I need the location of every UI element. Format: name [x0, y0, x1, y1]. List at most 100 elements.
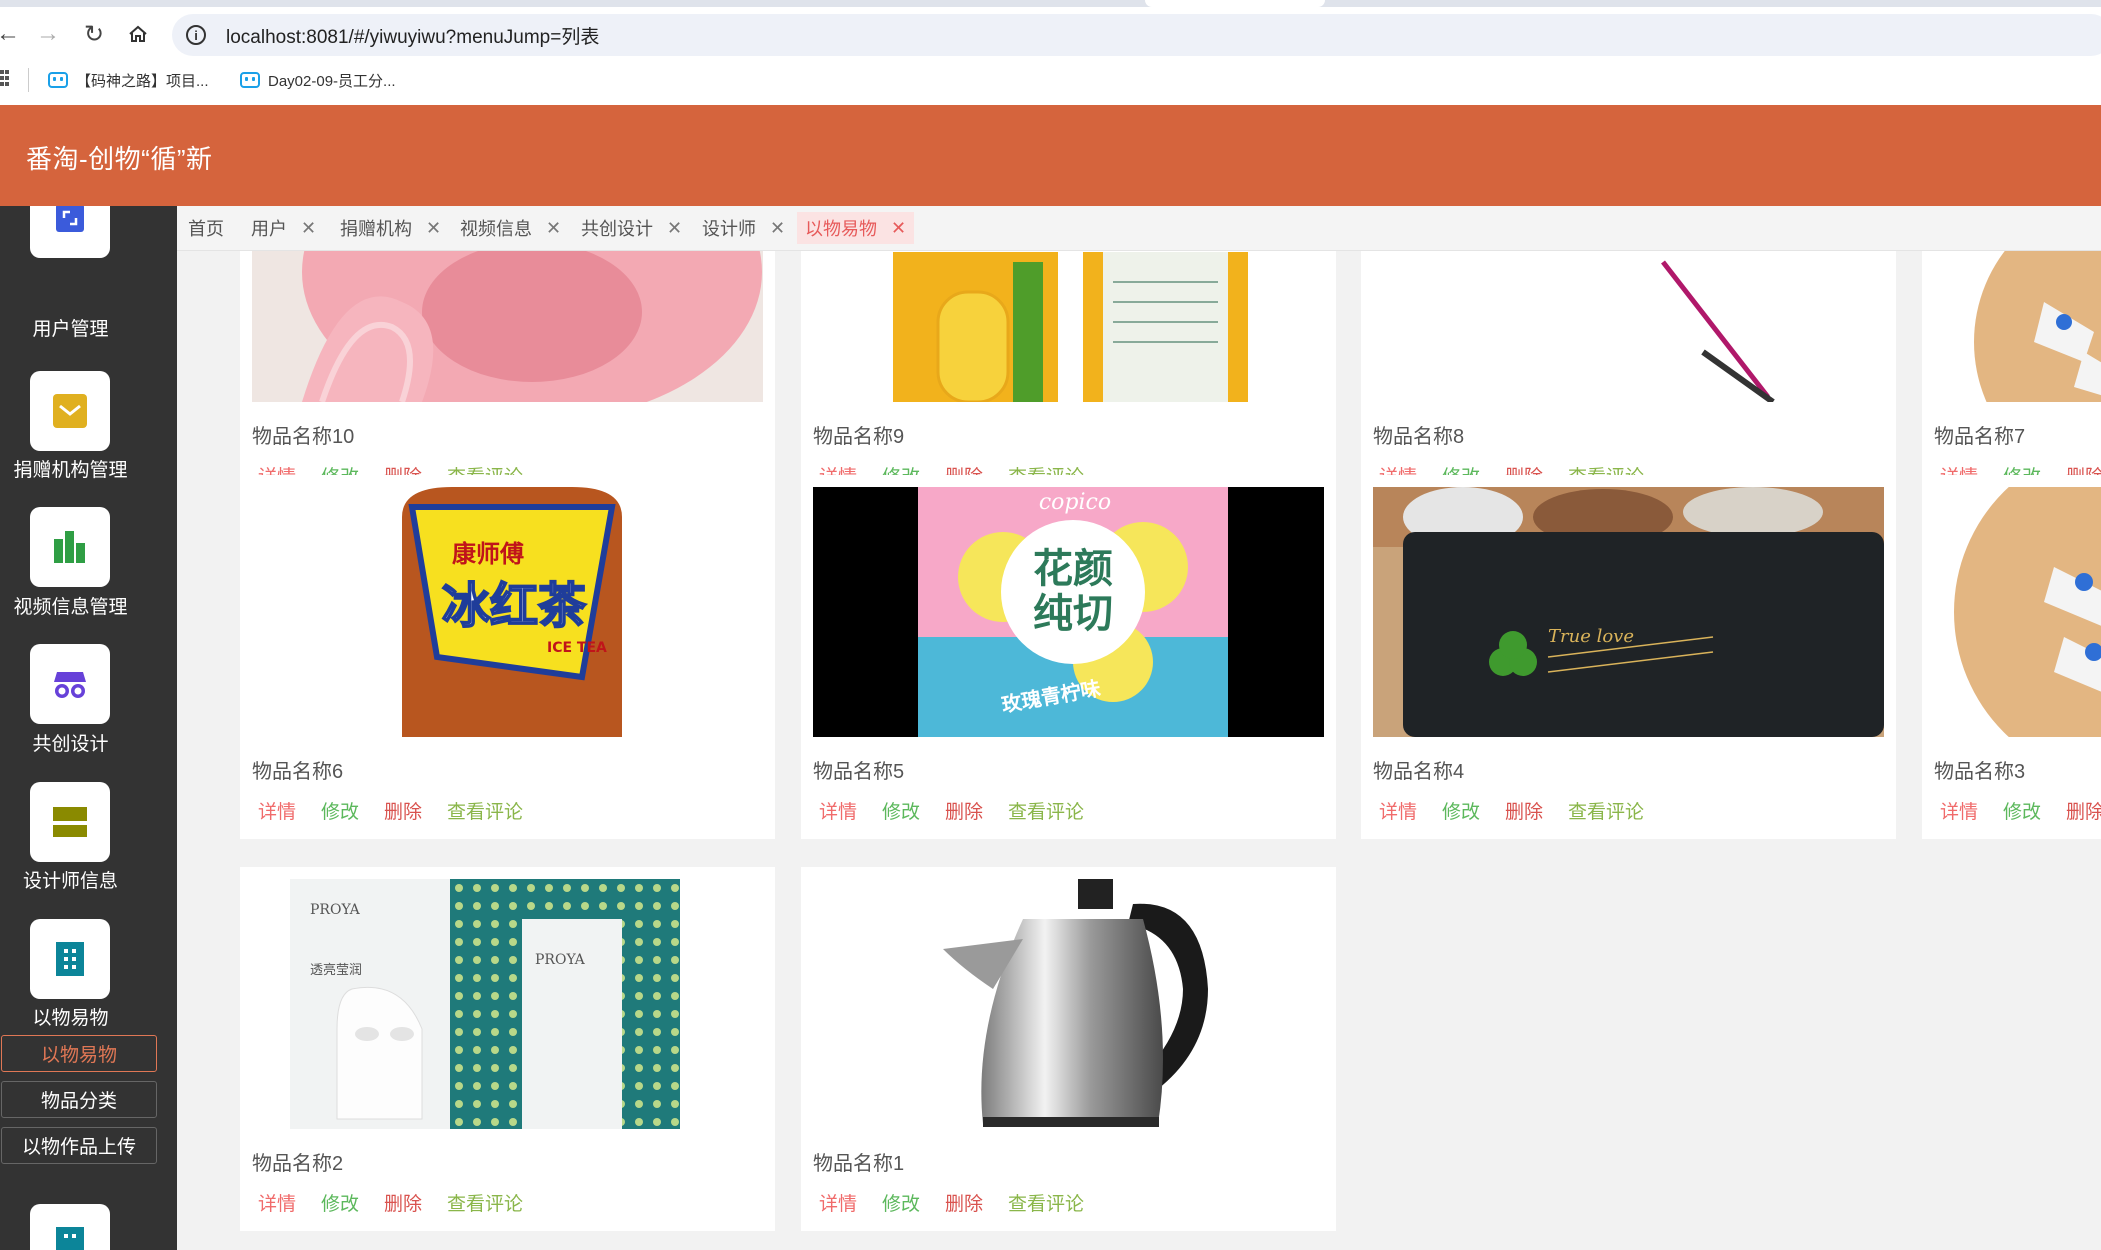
edit-link[interactable]: 修改: [882, 1189, 920, 1216]
user-manage-icon: [30, 206, 110, 258]
item-actions: 详情 修改 删除 查看评论: [258, 797, 548, 824]
close-icon[interactable]: ✕: [546, 218, 561, 239]
url-text[interactable]: localhost:8081/#/yiwuyiwu?menuJump=列表: [226, 22, 599, 49]
tag-label: 以物易物: [805, 219, 877, 239]
tag-designer[interactable]: 设计师 ✕: [694, 212, 793, 244]
item-image[interactable]: [1934, 487, 2101, 737]
detail-link[interactable]: 详情: [819, 797, 857, 824]
panel-icon: [30, 782, 110, 862]
edit-link[interactable]: 修改: [882, 797, 920, 824]
item-actions: 详情 修改 删除 查看评论: [1379, 797, 1669, 824]
sidebar-subitem-category[interactable]: 物品分类: [1, 1081, 157, 1118]
browser-nav-row: ← → ↻ i localhost:8081/#/yiwuyiwu?menuJu…: [0, 12, 2101, 56]
app-header: 番淘-创物“循”新: [0, 105, 2101, 206]
close-icon[interactable]: ✕: [667, 218, 682, 239]
item-grid: 物品名称10 详情 修改 删除 查看评论 物品名称9: [177, 251, 2101, 1250]
item-name: 物品名称2: [252, 1153, 344, 1175]
address-bar[interactable]: i localhost:8081/#/yiwuyiwu?menuJump=列表: [172, 14, 2101, 56]
sidebar-item-label: 共创设计: [32, 734, 109, 755]
tag-co-design[interactable]: 共创设计 ✕: [573, 212, 690, 244]
bookmark-item[interactable]: 【码神之路】项目...: [48, 66, 209, 94]
sidebar-item-video-info[interactable]: 视频信息管理: [0, 480, 177, 618]
sidebar-item-label: 设计师信息: [22, 871, 118, 892]
detail-link[interactable]: 详情: [258, 797, 296, 824]
svg-text:ICE TEA: ICE TEA: [547, 640, 607, 656]
tag-barter[interactable]: 以物易物 ✕: [797, 212, 915, 244]
item-image[interactable]: PROYA 透亮莹润 PROYA: [252, 879, 763, 1129]
sidebar-item-designer-info[interactable]: 设计师信息: [0, 754, 177, 892]
item-image[interactable]: 康师傅 冰红茶 ICE TEA: [252, 487, 763, 737]
item-card: PROYA 透亮莹润 PROYA 物品名称2 详情 修改 删除 查看评论: [240, 867, 775, 1231]
delete-link[interactable]: 删除: [945, 797, 983, 824]
sidebar-item-label: 以物易物: [32, 1008, 109, 1029]
close-icon[interactable]: ✕: [426, 218, 441, 239]
edit-link[interactable]: 修改: [321, 1189, 359, 1216]
item-card: True love 物品名称4 详情 修改 删除 查看评论: [1361, 475, 1896, 839]
edit-link[interactable]: 修改: [2003, 797, 2041, 824]
reload-icon[interactable]: ↻: [78, 18, 110, 50]
delete-link[interactable]: 删除: [945, 1189, 983, 1216]
item-actions: 详情 修改 删除 查看评论: [819, 797, 1109, 824]
item-image[interactable]: copico 花颜 纯切 玫瑰青柠味: [813, 487, 1324, 737]
item-image[interactable]: True love: [1373, 487, 1884, 737]
item-name: 物品名称5: [813, 761, 905, 783]
sidebar-item-barter[interactable]: 以物易物: [0, 891, 177, 1029]
close-icon[interactable]: ✕: [301, 218, 316, 239]
home-icon[interactable]: [122, 18, 154, 50]
browser-tab-strip: [0, 0, 2101, 7]
item-name: 物品名称6: [252, 761, 344, 783]
comments-link[interactable]: 查看评论: [1568, 797, 1644, 824]
tag-video-info[interactable]: 视频信息 ✕: [452, 212, 569, 244]
sidebar-item-donation-org[interactable]: 捐赠机构管理: [0, 343, 177, 481]
sidebar-item-label: 视频信息管理: [13, 597, 128, 618]
building-icon[interactable]: [30, 1204, 110, 1250]
bookmark-item[interactable]: Day02-09-员工分...: [240, 66, 396, 94]
comments-link[interactable]: 查看评论: [447, 1189, 523, 1216]
delete-link[interactable]: 删除: [2066, 797, 2101, 824]
sidebar-item-user-manage[interactable]: 用户管理: [0, 206, 177, 343]
bilibili-icon: [240, 72, 260, 88]
item-name: 物品名称7: [1934, 426, 2026, 448]
detail-link[interactable]: 详情: [1379, 797, 1417, 824]
delete-link[interactable]: 删除: [384, 1189, 422, 1216]
item-image[interactable]: [813, 879, 1324, 1129]
edit-link[interactable]: 修改: [1442, 797, 1480, 824]
apps-grid-icon[interactable]: [0, 70, 10, 90]
forward-icon[interactable]: →: [32, 18, 64, 50]
tag-label: 共创设计: [581, 219, 653, 239]
item-card: copico 花颜 纯切 玫瑰青柠味 物品名称5 详情 修改 删除 查看评论: [801, 475, 1336, 839]
tag-donation-org[interactable]: 捐赠机构 ✕: [332, 212, 449, 244]
detail-link[interactable]: 详情: [819, 1189, 857, 1216]
comments-link[interactable]: 查看评论: [1008, 1189, 1084, 1216]
item-image[interactable]: [1934, 251, 2101, 402]
bilibili-icon: [48, 72, 68, 88]
delete-link[interactable]: 删除: [384, 797, 422, 824]
item-actions: 详情 修改 删除 查看评论: [258, 1189, 548, 1216]
item-card: 物品名称1 详情 修改 删除 查看评论: [801, 867, 1336, 1231]
tag-user[interactable]: 用户 ✕: [243, 212, 324, 244]
sidebar-subitem-upload[interactable]: 以物作品上传: [1, 1127, 157, 1164]
edit-link[interactable]: 修改: [321, 797, 359, 824]
app-title: 番淘-创物“循”新: [26, 144, 213, 174]
comments-link[interactable]: 查看评论: [447, 797, 523, 824]
tag-home[interactable]: 首页: [180, 212, 232, 244]
detail-link[interactable]: 详情: [1940, 797, 1978, 824]
back-icon[interactable]: ←: [0, 18, 24, 50]
item-card: 物品名称8 详情 修改 删除 查看评论: [1361, 251, 1896, 504]
svg-text:True love: True love: [1548, 626, 1634, 647]
item-image[interactable]: [813, 251, 1324, 402]
item-image[interactable]: [1373, 251, 1884, 402]
sidebar-item-label: 用户管理: [32, 319, 109, 340]
bookmark-label: 【码神之路】项目...: [76, 72, 209, 90]
tag-label: 用户: [251, 219, 287, 239]
delete-link[interactable]: 删除: [1505, 797, 1543, 824]
sidebar-subitem-barter[interactable]: 以物易物: [1, 1035, 157, 1072]
sidebar-item-co-design[interactable]: 共创设计: [0, 617, 177, 755]
close-icon[interactable]: ✕: [891, 218, 906, 239]
item-name: 物品名称8: [1373, 426, 1465, 448]
close-icon[interactable]: ✕: [770, 218, 785, 239]
comments-link[interactable]: 查看评论: [1008, 797, 1084, 824]
site-info-icon[interactable]: i: [186, 25, 206, 45]
detail-link[interactable]: 详情: [258, 1189, 296, 1216]
item-image[interactable]: [252, 251, 763, 402]
